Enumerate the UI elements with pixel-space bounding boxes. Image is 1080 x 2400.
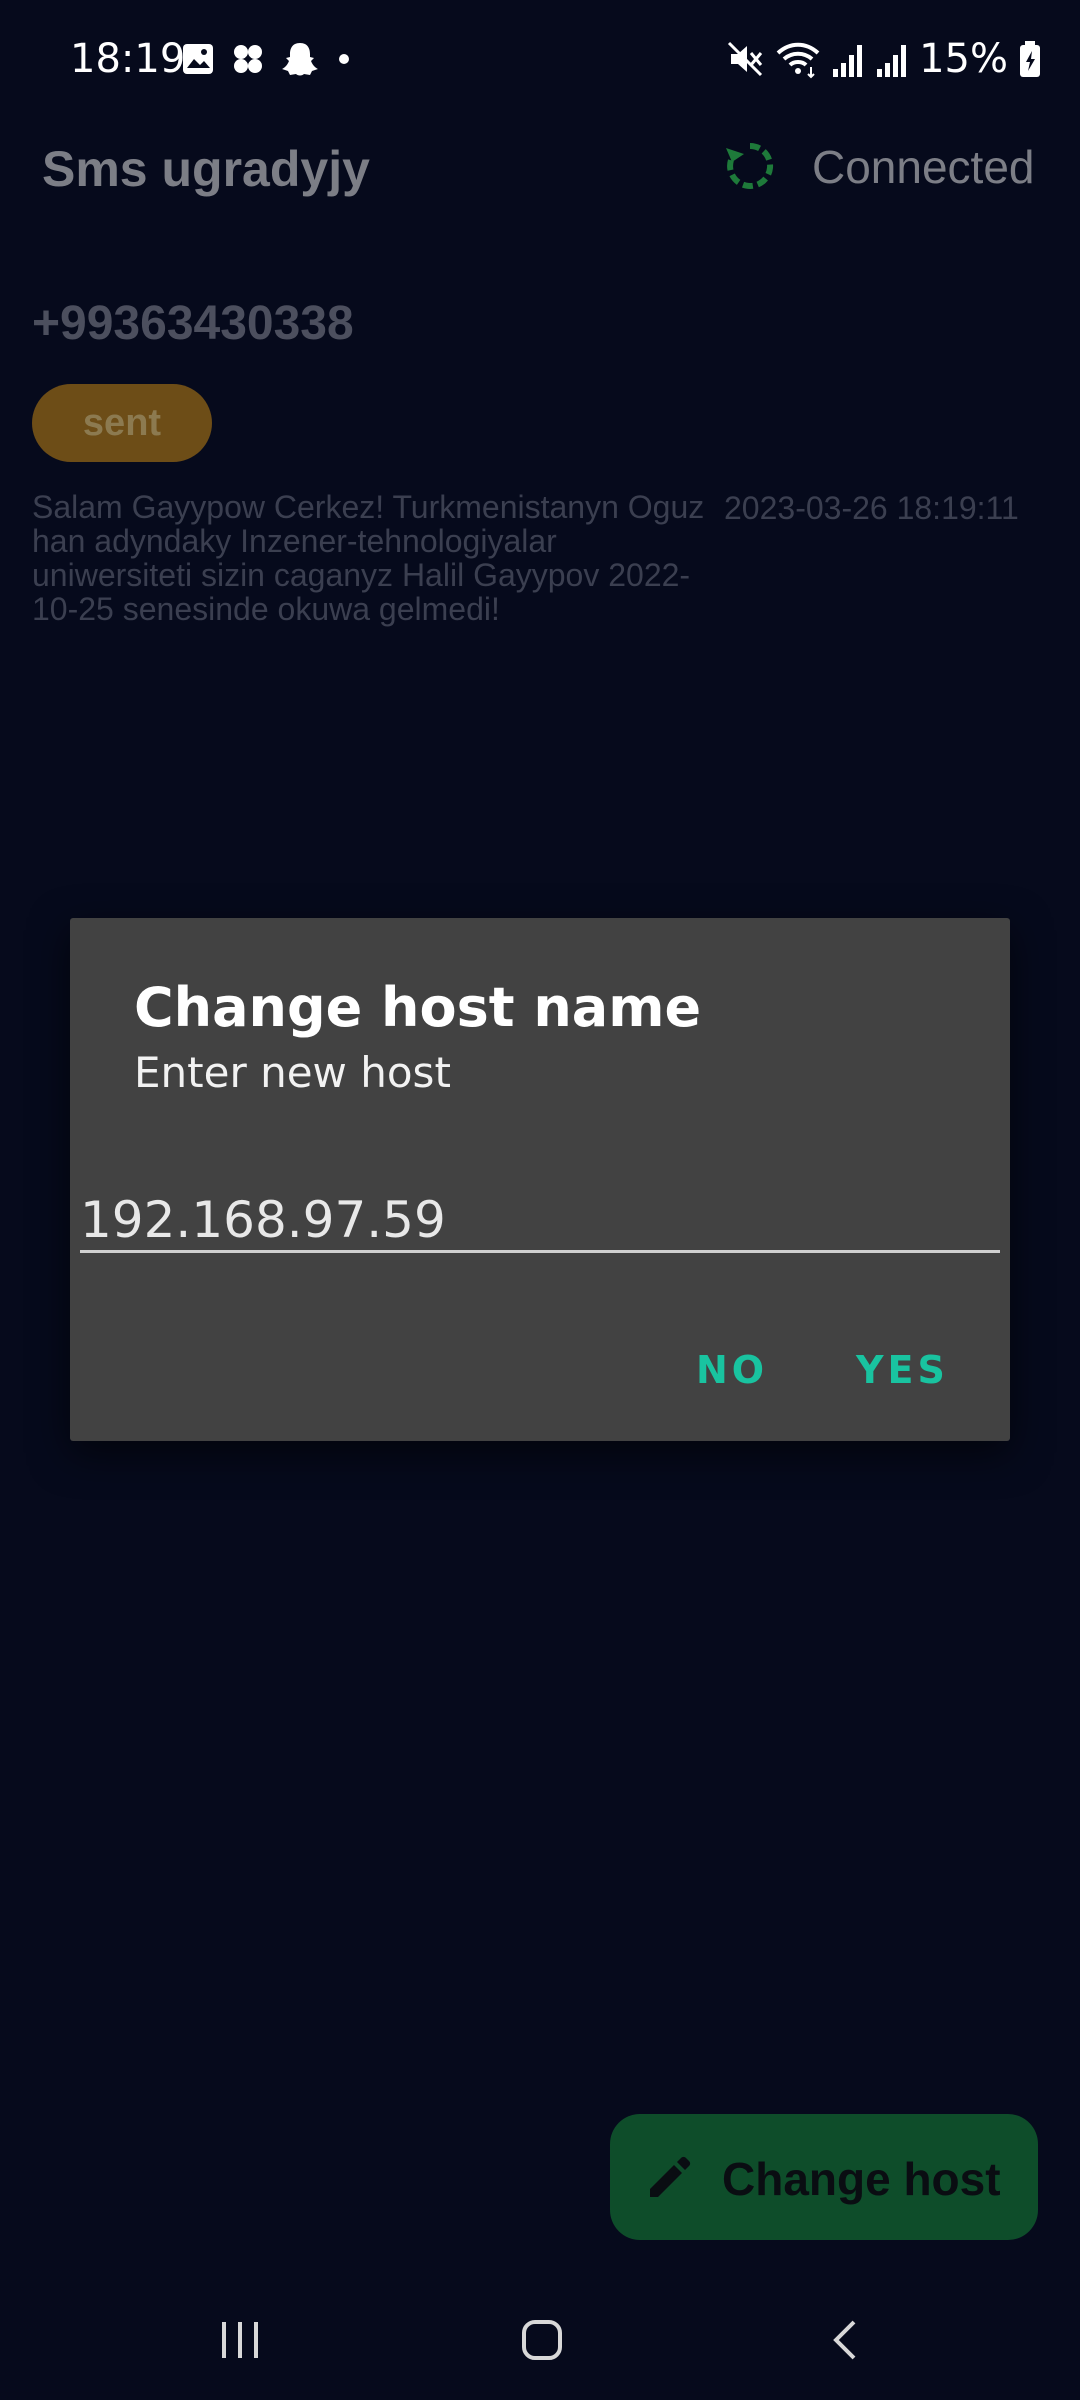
connection-status: Connected	[812, 141, 1035, 193]
message-body: Salam Gayypow Cerkez! Turkmenistanyn Ogu…	[32, 489, 705, 627]
status-bar: 18:19 15%	[0, 0, 1080, 120]
no-button[interactable]: NO	[696, 1348, 768, 1392]
mute-icon	[728, 41, 763, 77]
message-timestamp: 2023-03-26 18:19:11	[724, 490, 1019, 526]
status-left-icons	[180, 40, 354, 78]
pencil-icon	[650, 2156, 691, 2197]
home-icon[interactable]	[520, 2318, 564, 2362]
pinwheel-icon	[234, 45, 262, 73]
change-host-button[interactable]: Change host	[610, 2114, 1038, 2240]
status-badge: sent	[32, 384, 212, 462]
recents-icon[interactable]	[218, 2318, 262, 2362]
back-icon[interactable]	[824, 2318, 868, 2362]
yes-button[interactable]: YES	[856, 1348, 949, 1392]
app-title: Sms ugradyjy	[42, 141, 370, 197]
status-time: 18:19	[70, 36, 186, 82]
battery-charging-icon	[1020, 41, 1040, 77]
dialog-message: Enter new host	[134, 1048, 451, 1097]
wifi-icon	[776, 42, 820, 79]
dialog-title: Change host name	[134, 976, 702, 1039]
signal-icon	[833, 45, 863, 77]
dot-icon	[339, 54, 349, 64]
message-phone-number: +99363430338	[32, 297, 354, 350]
change-host-label: Change host	[722, 2153, 1001, 2205]
battery-percentage: 15%	[919, 36, 1008, 82]
navigation-bar	[0, 2280, 1080, 2400]
refresh-icon[interactable]	[722, 138, 778, 194]
signal-icon	[877, 45, 907, 77]
snapchat-icon	[282, 43, 318, 76]
image-icon	[183, 44, 213, 74]
change-host-dialog: Change host name Enter new host NO YES	[70, 918, 1010, 1441]
host-input[interactable]	[80, 1190, 1000, 1253]
status-right: 15%	[725, 36, 1042, 82]
